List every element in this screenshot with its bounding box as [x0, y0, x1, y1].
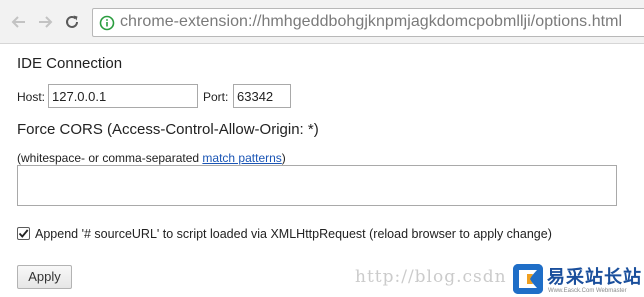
logo-badge-icon [513, 264, 543, 294]
extension-secure-icon [99, 15, 115, 31]
force-cors-title: Force CORS (Access-Control-Allow-Origin:… [17, 121, 319, 138]
site-logo: 易采站长站 Www.Easck.Com Webmaster [510, 262, 644, 297]
port-label: Port: [203, 90, 229, 104]
browser-toolbar: chrome-extension://hmhgeddbohgjknpmjagkd… [0, 0, 644, 44]
hint-prefix: (whitespace- or comma-separated [17, 151, 203, 165]
forward-arrow-icon[interactable] [36, 13, 54, 31]
ide-connection-title: IDE Connection [17, 55, 123, 72]
address-url[interactable]: chrome-extension://hmhgeddbohgjknpmjagkd… [120, 13, 622, 31]
blog-watermark: http://blog.csdn [355, 267, 507, 287]
checkmark-icon [18, 229, 29, 238]
cors-patterns-textarea[interactable] [17, 165, 617, 206]
append-sourceurl-label: Append '# sourceURL' to script loaded vi… [35, 227, 552, 241]
reload-icon[interactable] [63, 13, 81, 31]
back-arrow-icon[interactable] [10, 13, 28, 31]
host-label: Host: [17, 90, 46, 104]
match-patterns-link[interactable]: match patterns [202, 151, 281, 165]
logo-brand-text: 易采站长站 [547, 267, 642, 288]
port-input[interactable] [233, 84, 291, 108]
append-sourceurl-checkbox[interactable] [17, 227, 30, 240]
logo-brand-subtext: Www.Easck.Com Webmaster [548, 288, 627, 294]
match-patterns-hint: (whitespace- or comma-separated match pa… [17, 151, 286, 165]
address-bar[interactable]: chrome-extension://hmhgeddbohgjknpmjagkd… [92, 8, 644, 37]
hint-suffix: ) [281, 151, 286, 165]
apply-button[interactable]: Apply [17, 265, 72, 289]
host-input[interactable] [48, 84, 198, 108]
